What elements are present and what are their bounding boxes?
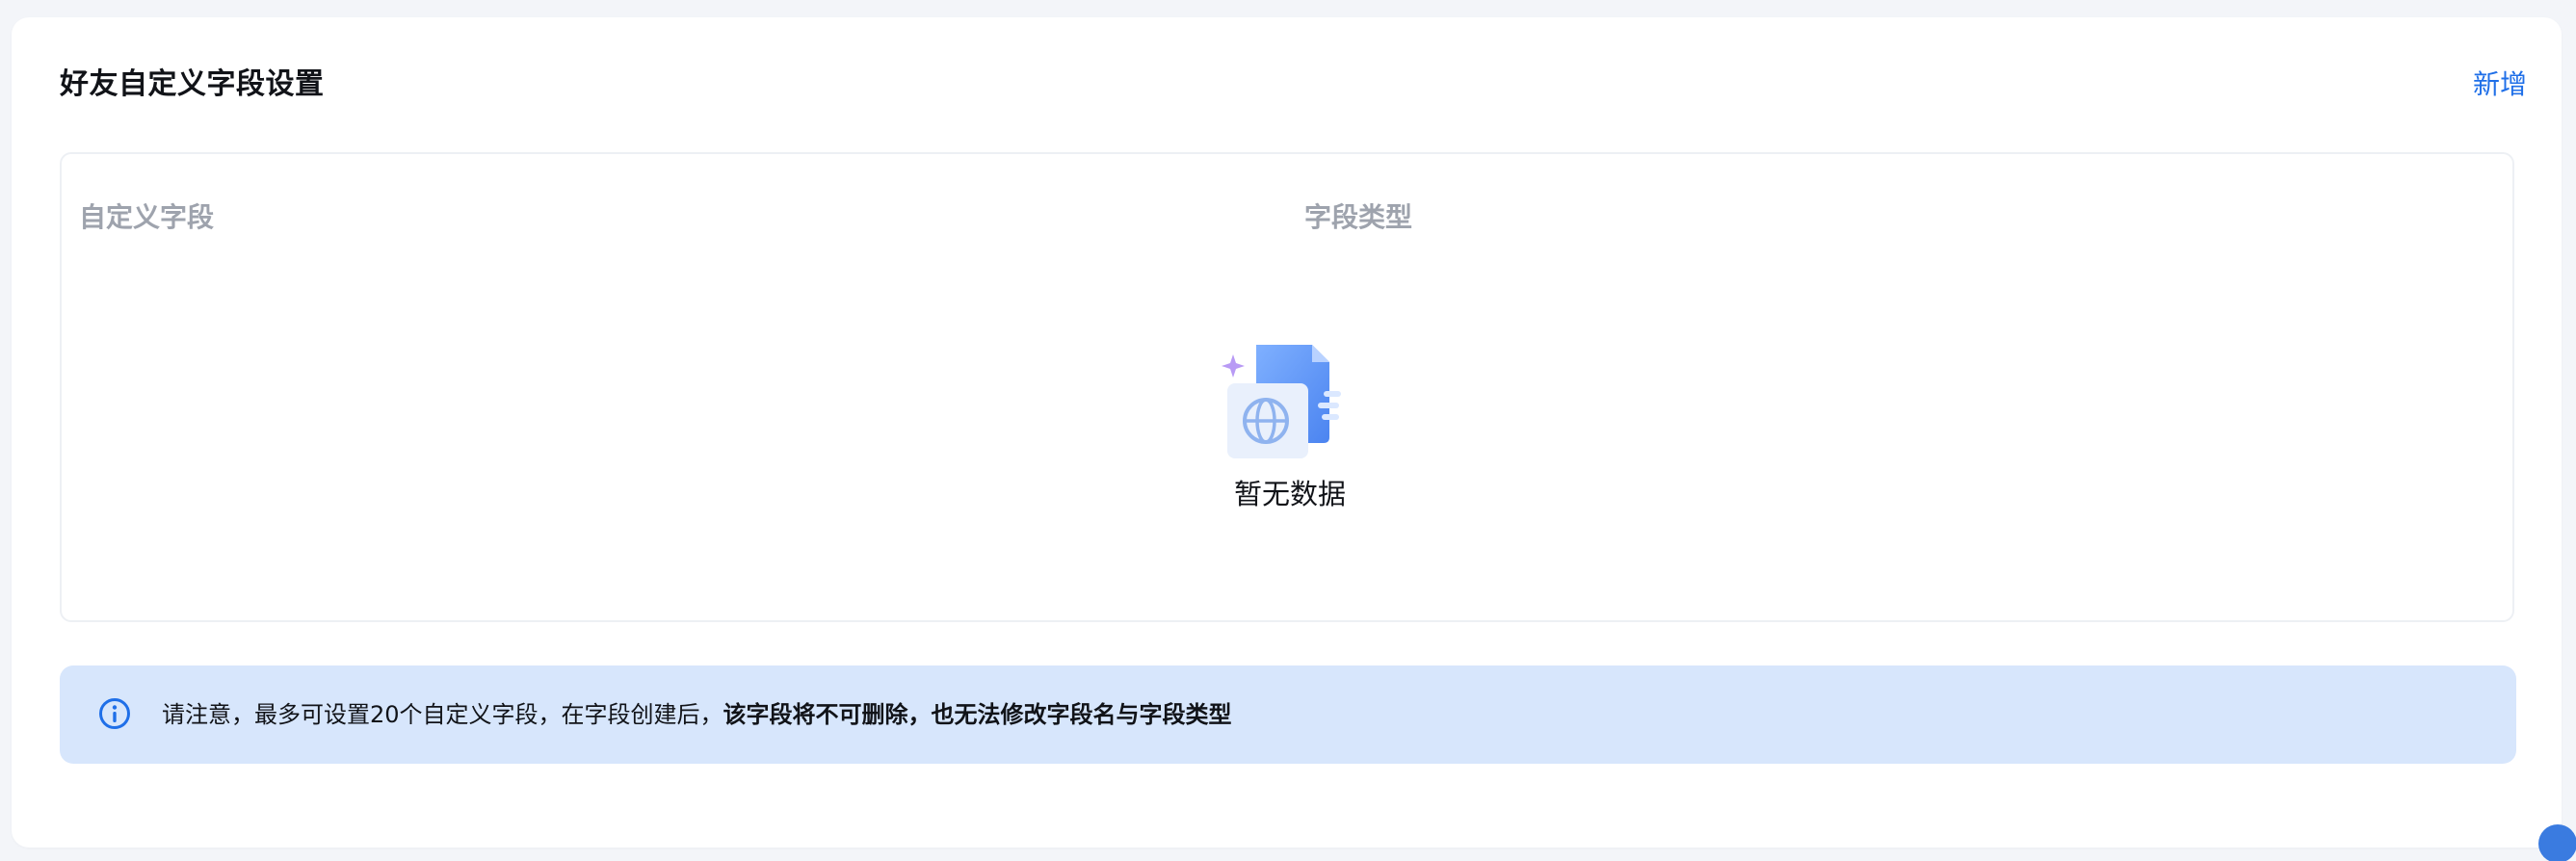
info-icon — [99, 698, 130, 729]
notice-text: 请注意，最多可设置20个自定义字段，在字段创建后，该字段将不可删除，也无法修改字… — [162, 695, 1232, 734]
custom-fields-table: 自定义字段 字段类型 暂无数据 — [60, 152, 2514, 622]
page-title: 好友自定义字段设置 — [60, 67, 325, 101]
empty-document-globe-icon — [1222, 345, 1341, 458]
column-header-custom-field: 自定义字段 — [79, 201, 215, 233]
notice-text-normal: 请注意，最多可设置20个自定义字段，在字段创建后， — [162, 701, 723, 728]
column-header-field-type: 字段类型 — [1304, 201, 1413, 233]
floating-button[interactable] — [2538, 824, 2576, 861]
notice-banner: 请注意，最多可设置20个自定义字段，在字段创建后，该字段将不可删除，也无法修改字… — [60, 665, 2516, 764]
notice-text-bold: 该字段将不可删除，也无法修改字段名与字段类型 — [723, 701, 1232, 728]
add-button[interactable]: 新增 — [2473, 67, 2527, 102]
empty-text: 暂无数据 — [1233, 478, 1346, 510]
empty-state: 暂无数据 — [1203, 337, 1377, 512]
custom-fields-card: 好友自定义字段设置 新增 自定义字段 字段类型 暂无数据 请注意，最多可设置20… — [12, 17, 2576, 861]
